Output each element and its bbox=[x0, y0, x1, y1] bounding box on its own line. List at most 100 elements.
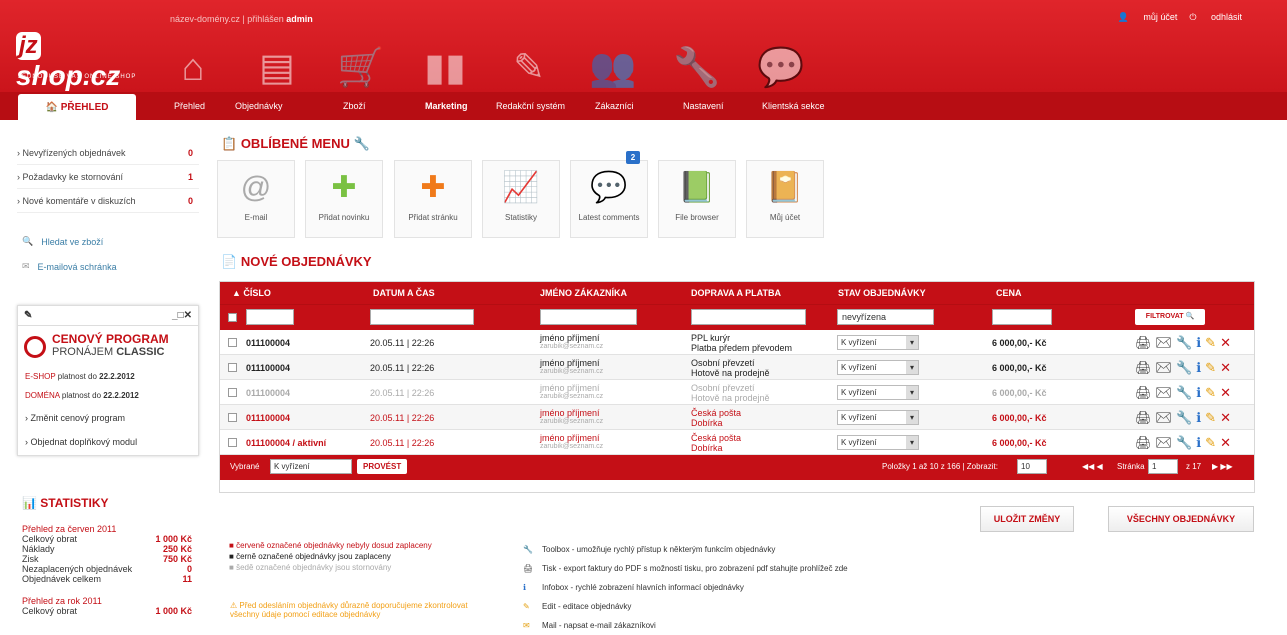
state-select[interactable]: K vyřízení bbox=[837, 360, 919, 375]
row-checkbox[interactable] bbox=[228, 338, 237, 347]
mail-icon[interactable]: ✉ bbox=[1156, 410, 1177, 425]
row-checkbox[interactable] bbox=[228, 363, 237, 372]
header-number[interactable]: ▲ ČÍSLO bbox=[232, 288, 271, 298]
wrench-icon[interactable]: 🔧 bbox=[1176, 385, 1196, 400]
tab-home[interactable]: 🏠 PŘEHLED bbox=[18, 94, 136, 122]
per-page-select[interactable]: 10 bbox=[1017, 459, 1047, 474]
tab-redakcni-system[interactable]: Redakční systém bbox=[496, 101, 565, 111]
info-icon[interactable]: ℹ bbox=[1196, 360, 1205, 375]
speech-icon[interactable]: 💬 bbox=[756, 44, 806, 92]
tab-klientska-sekce[interactable]: Klientská sekce bbox=[762, 101, 825, 111]
print-icon[interactable]: 🖨 bbox=[1135, 360, 1156, 375]
order-number[interactable]: 011100004 bbox=[246, 388, 290, 398]
edit-icon[interactable]: ✎ bbox=[1205, 335, 1220, 350]
mail-icon[interactable]: ✉ bbox=[1156, 335, 1177, 350]
wrench-icon[interactable]: 🔧 bbox=[1176, 360, 1196, 375]
tab-prehled[interactable]: Přehled bbox=[174, 101, 205, 111]
orders-icon[interactable]: ▤ bbox=[252, 44, 302, 92]
table-row[interactable]: 011100004 20.05.11 | 22:26 jméno příjmen… bbox=[220, 405, 1254, 430]
print-icon[interactable]: 🖨 bbox=[1135, 335, 1156, 350]
row-checkbox[interactable] bbox=[228, 438, 237, 447]
state-select[interactable]: K vyřízení bbox=[837, 335, 919, 350]
tab-zakaznici[interactable]: Zákazníci bbox=[595, 101, 634, 111]
state-select[interactable]: K vyřízení bbox=[837, 385, 919, 400]
fav-statistics[interactable]: 📈 Statistiky bbox=[482, 160, 560, 238]
filter-button[interactable]: FILTROVAT 🔍 bbox=[1135, 309, 1205, 325]
edit-icon[interactable]: ✎ bbox=[1205, 385, 1220, 400]
info-icon[interactable]: ℹ bbox=[1196, 385, 1205, 400]
order-module-link[interactable]: › Objednat doplňkový modul bbox=[25, 437, 137, 447]
filter-state[interactable]: nevyřízena bbox=[837, 309, 934, 325]
select-all-checkbox[interactable] bbox=[228, 313, 237, 322]
storno-requests-count[interactable]: › Požadavky ke stornování 1 bbox=[17, 165, 199, 189]
table-row[interactable]: 011100004 20.05.11 | 22:26 jméno příjmen… bbox=[220, 330, 1254, 355]
wrench-icon[interactable]: 🔧 bbox=[1176, 410, 1196, 425]
row-checkbox[interactable] bbox=[228, 388, 237, 397]
fav-latest-comments[interactable]: 💬 Latest comments bbox=[570, 160, 648, 238]
print-icon[interactable]: 🖨 bbox=[1135, 410, 1156, 425]
wrench-icon[interactable]: 🔧 bbox=[1176, 435, 1196, 450]
tab-zbozi[interactable]: Zboží bbox=[343, 101, 366, 111]
my-account-link[interactable]: 👤 můj účet bbox=[1118, 12, 1178, 22]
pencil-icon[interactable]: ✎ bbox=[504, 44, 554, 92]
mail-icon[interactable]: ✉ bbox=[1156, 385, 1177, 400]
users-icon[interactable]: 👥 bbox=[588, 44, 638, 92]
fav-add-news[interactable]: ✚ Přidat novinku bbox=[305, 160, 383, 238]
fav-my-account[interactable]: 📔 Můj účet bbox=[746, 160, 824, 238]
home-icon[interactable]: ⌂ bbox=[168, 44, 218, 92]
table-row[interactable]: 011100004 20.05.11 | 22:26 jméno příjmen… bbox=[220, 380, 1254, 405]
window-controls[interactable]: _□✕ bbox=[172, 310, 192, 321]
print-icon[interactable]: 🖨 bbox=[1135, 385, 1156, 400]
table-row[interactable]: 011100004 20.05.11 | 22:26 jméno příjmen… bbox=[220, 355, 1254, 380]
change-program-link[interactable]: › Změnit cenový program bbox=[25, 413, 125, 423]
fav-email[interactable]: @ E-mail bbox=[217, 160, 295, 238]
next-page-buttons[interactable]: ▶ ▶▶ bbox=[1212, 462, 1233, 471]
logout-link[interactable]: ⏻ odhlásit bbox=[1189, 12, 1242, 22]
filter-price[interactable] bbox=[992, 309, 1052, 325]
pending-orders-count[interactable]: › Nevyřízených objednávek 0 bbox=[17, 141, 199, 165]
delete-icon[interactable]: ✕ bbox=[1220, 435, 1235, 450]
order-number[interactable]: 011100004 bbox=[246, 338, 290, 348]
search-products-link[interactable]: 🔍 Hledat ve zboží bbox=[17, 229, 199, 254]
edit-icon[interactable]: ✎ bbox=[24, 310, 32, 321]
header-state[interactable]: STAV OBJEDNÁVKY bbox=[838, 288, 926, 298]
info-icon[interactable]: ℹ bbox=[1196, 335, 1205, 350]
delete-icon[interactable]: ✕ bbox=[1220, 335, 1235, 350]
edit-icon[interactable]: ✎ bbox=[1205, 410, 1220, 425]
tab-nastaveni[interactable]: Nastavení bbox=[683, 101, 724, 111]
delete-icon[interactable]: ✕ bbox=[1220, 385, 1235, 400]
filter-number[interactable] bbox=[246, 309, 294, 325]
bulk-action-select[interactable]: K vyřízení bbox=[270, 459, 352, 474]
header-customer[interactable]: JMÉNO ZÁKAZNÍKA bbox=[540, 288, 627, 298]
filter-customer[interactable] bbox=[540, 309, 637, 325]
order-number[interactable]: 011100004 / aktivní bbox=[246, 438, 326, 448]
row-checkbox[interactable] bbox=[228, 413, 237, 422]
tab-marketing[interactable]: Marketing bbox=[425, 101, 468, 111]
mail-icon[interactable]: ✉ bbox=[1156, 360, 1177, 375]
header-price[interactable]: CENA bbox=[996, 288, 1022, 298]
edit-icon[interactable]: ✎ bbox=[1205, 360, 1220, 375]
header-date[interactable]: DATUM A ČAS bbox=[373, 288, 435, 298]
fav-add-page[interactable]: ✚ Přidat stránku bbox=[394, 160, 472, 238]
new-comments-count[interactable]: › Nové komentáře v diskuzích 0 bbox=[17, 189, 199, 213]
delete-icon[interactable]: ✕ bbox=[1220, 360, 1235, 375]
wrench-icon[interactable]: 🔧 bbox=[672, 44, 722, 92]
mail-icon[interactable]: ✉ bbox=[1156, 435, 1177, 450]
order-number[interactable]: 011100004 bbox=[246, 413, 290, 423]
print-icon[interactable]: 🖨 bbox=[1135, 435, 1156, 450]
filter-date[interactable] bbox=[370, 309, 474, 325]
logo[interactable]: jzshop.cz bbox=[16, 28, 144, 91]
marketing-chart-icon[interactable]: ▮▮ bbox=[420, 44, 470, 92]
fav-file-browser[interactable]: 📗 File browser bbox=[658, 160, 736, 238]
mailbox-link[interactable]: ✉ E-mailová schránka bbox=[17, 254, 199, 279]
header-shipping[interactable]: DOPRAVA A PLATBA bbox=[691, 288, 781, 298]
tab-objednavky[interactable]: Objednávky bbox=[235, 101, 283, 111]
filter-shipping[interactable] bbox=[691, 309, 806, 325]
info-icon[interactable]: ℹ bbox=[1196, 435, 1205, 450]
execute-button[interactable]: PROVÉST bbox=[357, 459, 408, 474]
edit-icon[interactable]: ✎ bbox=[1205, 435, 1220, 450]
save-changes-button[interactable]: ULOŽIT ZMĚNY bbox=[980, 506, 1074, 532]
cart-icon[interactable]: 🛒 bbox=[336, 44, 386, 92]
order-number[interactable]: 011100004 bbox=[246, 363, 290, 373]
wrench-icon[interactable]: 🔧 bbox=[1176, 335, 1196, 350]
